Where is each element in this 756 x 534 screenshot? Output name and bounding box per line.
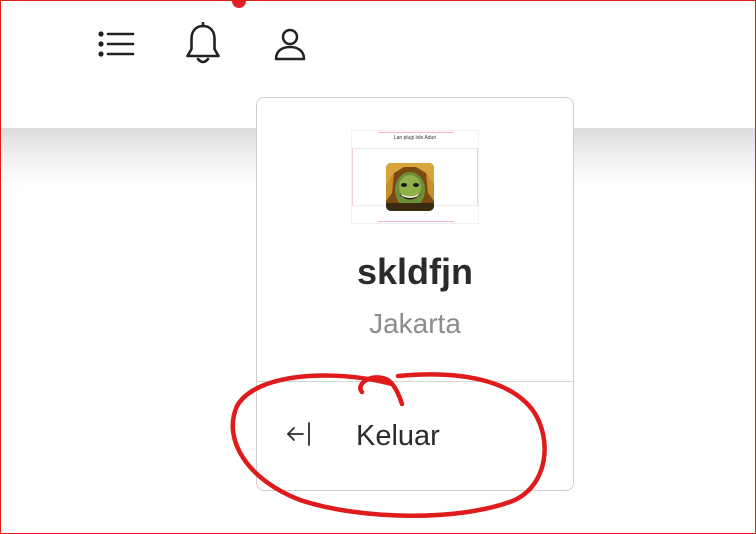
- list-icon[interactable]: [93, 22, 137, 66]
- logout-label: Keluar: [356, 420, 440, 452]
- profile-location: Jakarta: [369, 308, 461, 339]
- preview-frame: [352, 148, 478, 211]
- bell-icon[interactable]: [181, 22, 225, 66]
- profile-dropdown-card: Lan plugi lole Aduri skldfjn Jakarta Kel…: [256, 97, 574, 491]
- preview-caption: Lan plugi lole Aduri: [393, 135, 437, 141]
- avatar: [386, 163, 434, 211]
- logout-button[interactable]: Keluar: [257, 382, 573, 490]
- notification-dot: [232, 0, 246, 8]
- profile-username: skldfjn: [356, 251, 473, 292]
- logout-arrow-icon: [287, 422, 310, 446]
- preview-accent-line-bottom: [378, 221, 454, 222]
- preview-accent-line: [378, 132, 454, 133]
- user-icon[interactable]: [268, 22, 312, 66]
- profile-preview-thumbnail: Lan plugi lole Aduri: [351, 130, 479, 224]
